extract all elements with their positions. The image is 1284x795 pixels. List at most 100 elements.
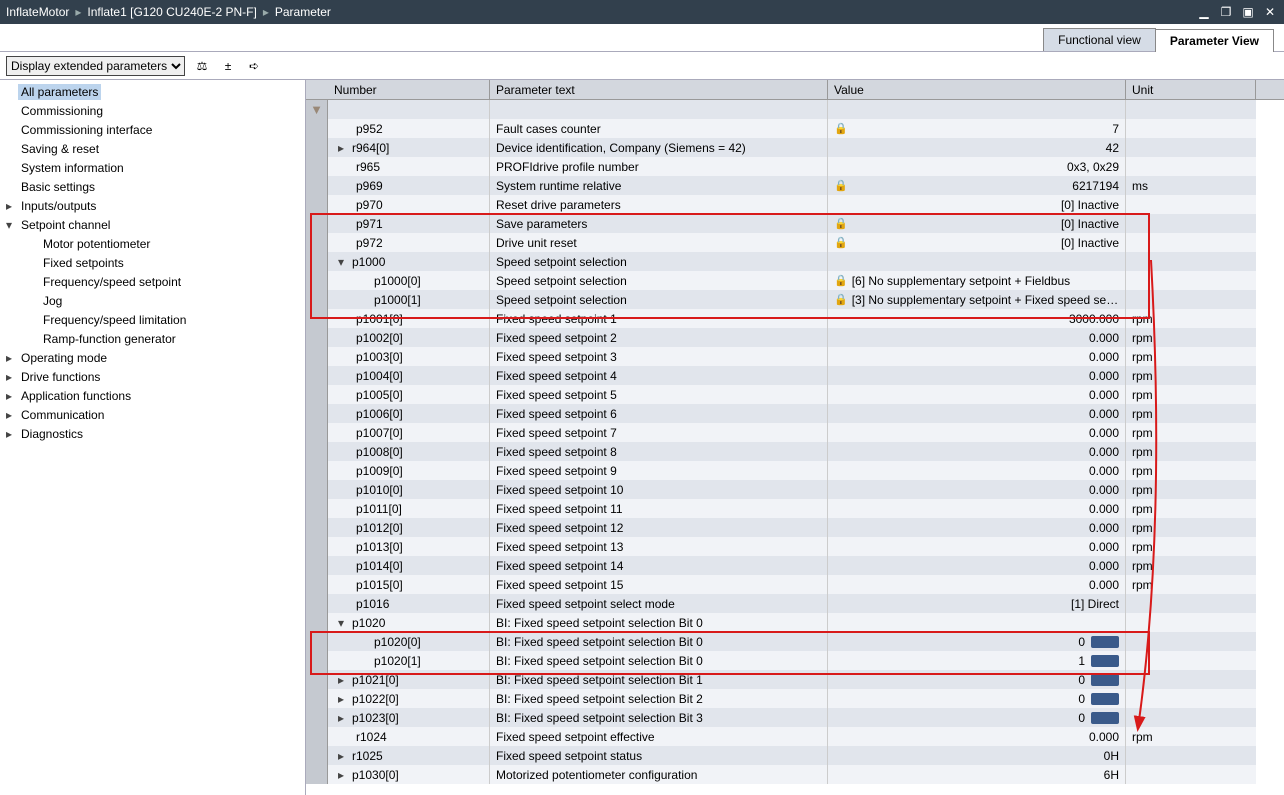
cell-value[interactable]: 0x3, 0x29 [828, 157, 1126, 176]
filter-value[interactable] [828, 100, 1126, 119]
chevron-right-icon[interactable]: ▸ [338, 141, 352, 155]
cell-value[interactable]: 0.000 [828, 499, 1126, 518]
table-row[interactable]: p1002[0]Fixed speed setpoint 20.000rpm [306, 328, 1284, 347]
nav-item[interactable]: Ramp-function generator [0, 329, 305, 348]
cell-number[interactable]: p1005[0] [328, 385, 490, 404]
table-row[interactable]: p1000[0]Speed setpoint selection🔒[6] No … [306, 271, 1284, 290]
signal-pill-icon[interactable] [1091, 712, 1119, 724]
table-row[interactable]: ▾p1020BI: Fixed speed setpoint selection… [306, 613, 1284, 632]
cell-value[interactable]: 0 [828, 708, 1126, 727]
cell-value[interactable]: [1] Direct [828, 594, 1126, 613]
cell-value[interactable]: 🔒[0] Inactive [828, 214, 1126, 233]
chevron-down-icon[interactable]: ▾ [338, 255, 352, 269]
table-row[interactable]: p969System runtime relative🔒6217194ms [306, 176, 1284, 195]
nav-item[interactable]: Commissioning [0, 101, 305, 120]
cell-number[interactable]: p1000[1] [328, 290, 490, 309]
cell-value[interactable]: 0.000 [828, 537, 1126, 556]
chevron-down-icon[interactable]: ▾ [338, 616, 352, 630]
restore-button[interactable]: ❐ [1218, 5, 1234, 19]
download-icon[interactable]: ± [219, 57, 237, 75]
table-row[interactable]: p970Reset drive parameters[0] Inactive [306, 195, 1284, 214]
table-row[interactable]: p1015[0]Fixed speed setpoint 150.000rpm [306, 575, 1284, 594]
cell-number[interactable]: p1016 [328, 594, 490, 613]
chevron-right-icon[interactable]: ▸ [6, 370, 18, 384]
cell-value[interactable] [828, 613, 1126, 632]
nav-item[interactable]: Saving & reset [0, 139, 305, 158]
tab-parameter-view[interactable]: Parameter View [1155, 29, 1274, 52]
nav-item[interactable]: Commissioning interface [0, 120, 305, 139]
cell-value[interactable]: 0 [828, 632, 1126, 651]
table-row[interactable]: p1008[0]Fixed speed setpoint 80.000rpm [306, 442, 1284, 461]
chevron-right-icon[interactable]: ▸ [6, 427, 18, 441]
cell-number[interactable]: r965 [328, 157, 490, 176]
grid-body[interactable]: ▼p952Fault cases counter🔒7▸r964[0]Device… [306, 100, 1284, 795]
cell-number[interactable]: ▾p1000 [328, 252, 490, 271]
cell-number[interactable]: p1004[0] [328, 366, 490, 385]
filter-row[interactable]: ▼ [306, 100, 1284, 119]
chevron-right-icon[interactable]: ▸ [338, 768, 352, 782]
cell-value[interactable]: 0.000 [828, 575, 1126, 594]
table-row[interactable]: p1006[0]Fixed speed setpoint 60.000rpm [306, 404, 1284, 423]
nav-item[interactable]: Frequency/speed limitation [0, 310, 305, 329]
cell-number[interactable]: p1002[0] [328, 328, 490, 347]
cell-value[interactable]: 🔒[0] Inactive [828, 233, 1126, 252]
table-row[interactable]: p1014[0]Fixed speed setpoint 140.000rpm [306, 556, 1284, 575]
table-row[interactable]: p1005[0]Fixed speed setpoint 50.000rpm [306, 385, 1284, 404]
cell-number[interactable]: p1012[0] [328, 518, 490, 537]
chevron-right-icon[interactable]: ▸ [6, 199, 18, 213]
cell-value[interactable]: 42 [828, 138, 1126, 157]
table-row[interactable]: p1020[1]BI: Fixed speed setpoint selecti… [306, 651, 1284, 670]
cell-number[interactable]: ▸r1025 [328, 746, 490, 765]
cell-value[interactable]: 0.000 [828, 480, 1126, 499]
compare-icon[interactable]: ⚖ [193, 57, 211, 75]
cell-value[interactable]: 0.000 [828, 423, 1126, 442]
nav-item[interactable]: Jog [0, 291, 305, 310]
cell-number[interactable]: p1006[0] [328, 404, 490, 423]
nav-item[interactable]: ▸Application functions [0, 386, 305, 405]
cell-value[interactable]: 0.000 [828, 727, 1126, 746]
cell-value[interactable]: 0.000 [828, 347, 1126, 366]
cell-number[interactable]: p1009[0] [328, 461, 490, 480]
chevron-right-icon[interactable]: ▸ [338, 749, 352, 763]
cell-value[interactable]: 🔒[6] No supplementary setpoint + Fieldbu… [828, 271, 1126, 290]
cell-value[interactable]: 🔒6217194 [828, 176, 1126, 195]
table-row[interactable]: p1003[0]Fixed speed setpoint 30.000rpm [306, 347, 1284, 366]
cell-number[interactable]: p1020[1] [328, 651, 490, 670]
crumb-1[interactable]: InflateMotor [6, 5, 69, 19]
close-button[interactable]: ✕ [1262, 5, 1278, 19]
cell-number[interactable]: p1015[0] [328, 575, 490, 594]
cell-number[interactable]: p1020[0] [328, 632, 490, 651]
table-row[interactable]: ▸p1022[0]BI: Fixed speed setpoint select… [306, 689, 1284, 708]
cell-value[interactable]: [0] Inactive [828, 195, 1126, 214]
filter-select[interactable]: Display extended parameters [6, 56, 185, 76]
table-row[interactable]: ▾p1000Speed setpoint selection [306, 252, 1284, 271]
filter-text[interactable] [490, 100, 828, 119]
col-text[interactable]: Parameter text [490, 80, 828, 99]
table-row[interactable]: p1013[0]Fixed speed setpoint 130.000rpm [306, 537, 1284, 556]
cell-value[interactable]: 3000.000 [828, 309, 1126, 328]
cell-number[interactable]: ▸r964[0] [328, 138, 490, 157]
nav-item[interactable]: ▸Drive functions [0, 367, 305, 386]
col-number[interactable]: Number [328, 80, 490, 99]
cell-value[interactable]: 0.000 [828, 442, 1126, 461]
cell-number[interactable]: ▸p1030[0] [328, 765, 490, 784]
export-icon[interactable]: ➪ [245, 57, 263, 75]
table-row[interactable]: p1011[0]Fixed speed setpoint 110.000rpm [306, 499, 1284, 518]
cell-number[interactable]: p970 [328, 195, 490, 214]
cell-number[interactable]: p1000[0] [328, 271, 490, 290]
cell-value[interactable]: 0 [828, 670, 1126, 689]
table-row[interactable]: r1024Fixed speed setpoint effective0.000… [306, 727, 1284, 746]
table-row[interactable]: ▸p1021[0]BI: Fixed speed setpoint select… [306, 670, 1284, 689]
cell-number[interactable]: p971 [328, 214, 490, 233]
cell-value[interactable]: 0.000 [828, 556, 1126, 575]
cell-value[interactable]: 🔒[3] No supplementary setpoint + Fixed s… [828, 290, 1126, 309]
nav-item[interactable]: ▸Communication [0, 405, 305, 424]
nav-item[interactable]: ▾Setpoint channel [0, 215, 305, 234]
cell-value[interactable]: 0.000 [828, 328, 1126, 347]
col-unit[interactable]: Unit [1126, 80, 1256, 99]
cell-number[interactable]: ▸p1022[0] [328, 689, 490, 708]
cell-number[interactable]: p1003[0] [328, 347, 490, 366]
cell-value[interactable]: 0.000 [828, 461, 1126, 480]
cell-value[interactable]: 6H [828, 765, 1126, 784]
cell-value[interactable]: 0.000 [828, 366, 1126, 385]
